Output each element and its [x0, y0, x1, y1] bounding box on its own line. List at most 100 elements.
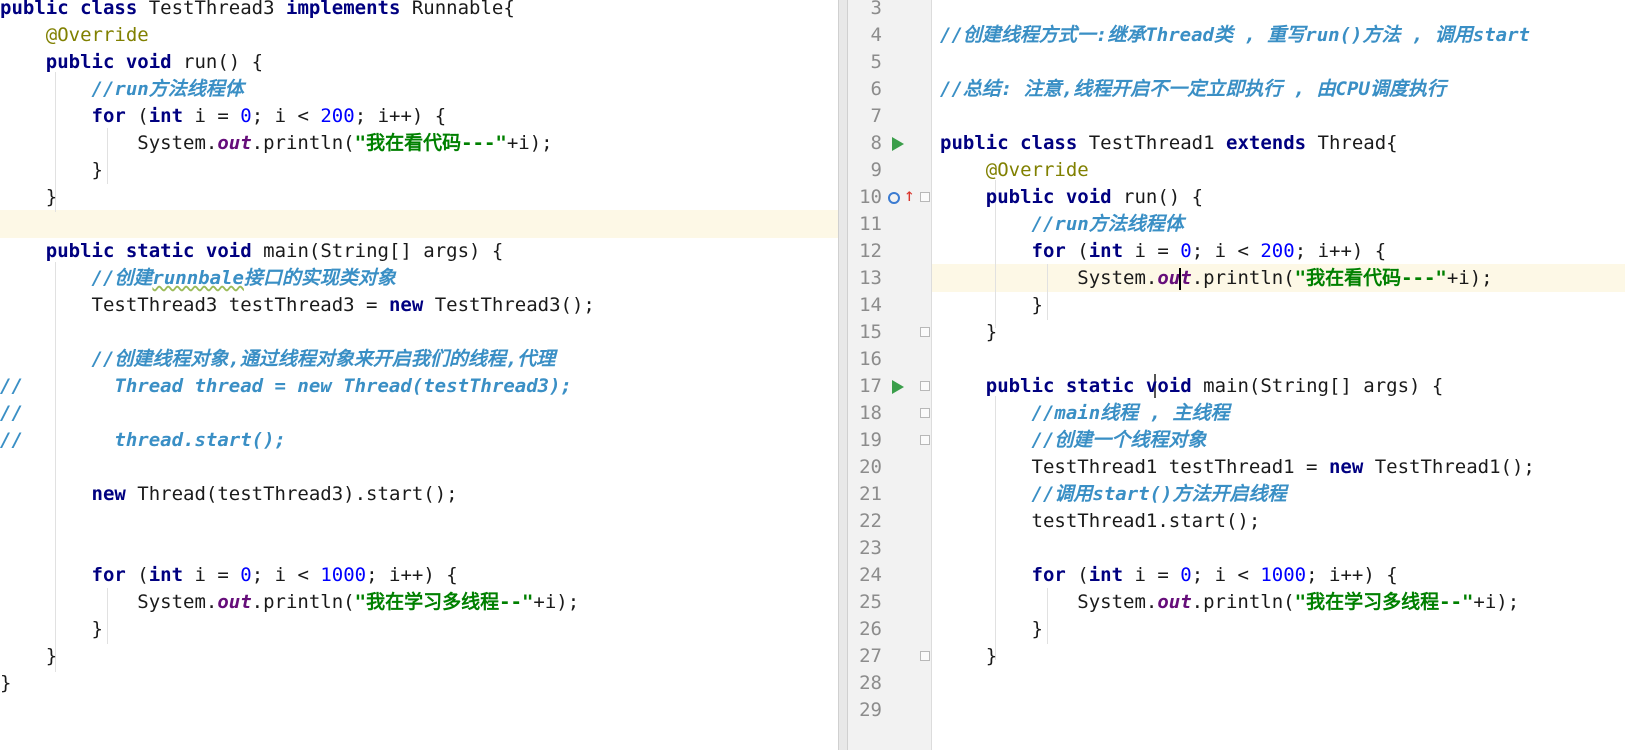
code-line[interactable]: //run方法线程体: [940, 210, 1625, 238]
code-token: main(String[] args) {: [263, 240, 504, 262]
code-line[interactable]: //创建runnbale接口的实现类对象: [0, 264, 838, 292]
code-line[interactable]: //创建一个线程对象: [940, 426, 1625, 454]
code-line[interactable]: public static void main(String[] args) {: [0, 237, 838, 265]
code-line[interactable]: [940, 696, 1625, 724]
code-token: TestThread1();: [1374, 456, 1535, 478]
code-line[interactable]: }: [940, 642, 1625, 670]
line-number: 9: [870, 159, 882, 181]
code-line[interactable]: [0, 507, 838, 535]
code-token: System.: [0, 591, 218, 613]
code-token: 0: [240, 564, 252, 586]
code-token: }: [940, 618, 1043, 640]
code-line[interactable]: //main线程 , 主线程: [940, 399, 1625, 427]
code-token: ; i <: [1191, 564, 1261, 586]
code-token: ; i <: [251, 564, 321, 586]
override-method-icon[interactable]: [888, 192, 900, 204]
code-line[interactable]: [940, 345, 1625, 373]
code-line[interactable]: System.out.println("我在看代码---"+i);: [940, 264, 1625, 292]
code-line[interactable]: //总结: 注意,线程开启不一定立即执行 , 由CPU调度执行: [940, 75, 1625, 103]
code-token: public: [985, 186, 1066, 208]
code-line[interactable]: for (int i = 0; i < 200; i++) {: [0, 102, 838, 130]
code-line[interactable]: @Override: [0, 21, 838, 49]
left-editor-pane[interactable]: public class TestThread3 implements Runn…: [0, 0, 838, 750]
code-line[interactable]: for (int i = 0; i < 200; i++) {: [940, 237, 1625, 265]
code-token: "我在学习多线程--": [354, 591, 534, 613]
editor-gutter[interactable]: 3 4 5 6 7 8 9 10 11 12 13 14 15 16 17 18 19 20 21 22 23 24 25 2…: [848, 0, 932, 750]
code-token: ; i++) {: [366, 564, 458, 586]
code-token: +i);: [1446, 267, 1493, 289]
code-token: ou: [1157, 267, 1181, 289]
code-token: //main线程 , 主线程: [1031, 402, 1230, 424]
code-line[interactable]: [0, 453, 838, 481]
code-line[interactable]: [0, 318, 838, 346]
code-line[interactable]: // thread.start();: [0, 426, 838, 454]
code-line[interactable]: [0, 534, 838, 562]
code-line[interactable]: //创建线程对象,通过线程对象来开启我们的线程,代理: [0, 345, 838, 373]
code-line[interactable]: }: [0, 615, 838, 643]
line-number: 21: [859, 483, 882, 505]
code-line[interactable]: [940, 48, 1625, 76]
code-line[interactable]: //: [0, 399, 838, 427]
code-line[interactable]: }: [0, 669, 838, 697]
code-line[interactable]: public class TestThread1 extends Thread{: [940, 129, 1625, 157]
fold-marker-icon[interactable]: [920, 435, 930, 445]
code-line[interactable]: System.out.println("我在看代码---"+i);: [0, 129, 838, 157]
code-line[interactable]: System.out.println("我在学习多线程--"+i);: [940, 588, 1625, 616]
fold-marker-icon[interactable]: [920, 381, 930, 391]
code-token: runnbale: [152, 267, 244, 289]
code-line[interactable]: }: [0, 183, 838, 211]
code-token: "我在看代码---": [1294, 267, 1447, 289]
code-line[interactable]: public void run() {: [0, 48, 838, 76]
line-number: 20: [859, 456, 882, 478]
code-line[interactable]: }: [940, 291, 1625, 319]
code-token: static: [125, 240, 206, 262]
code-line[interactable]: for (int i = 0; i < 1000; i++) {: [940, 561, 1625, 589]
code-line[interactable]: //调用start()方法开启线程: [940, 480, 1625, 508]
code-token: @Override: [45, 24, 149, 46]
code-line[interactable]: [940, 102, 1625, 130]
code-token: (: [137, 564, 149, 586]
split-divider[interactable]: [838, 0, 848, 750]
right-editor-pane[interactable]: 3 4 5 6 7 8 9 10 11 12 13 14 15 16 17 18 19 20 21 22 23 24 25 2…: [848, 0, 1625, 750]
code-token: Thread{: [1317, 132, 1398, 154]
code-line[interactable]: // Thread thread = new Thread(testThread…: [0, 372, 838, 400]
code-line[interactable]: @Override: [940, 156, 1625, 184]
fold-marker-icon[interactable]: [920, 408, 930, 418]
code-line[interactable]: [0, 210, 838, 238]
code-token: @Override: [985, 159, 1089, 181]
fold-marker-icon[interactable]: [920, 327, 930, 337]
run-icon[interactable]: [892, 137, 904, 151]
code-line[interactable]: //run方法线程体: [0, 75, 838, 103]
code-line[interactable]: }: [0, 642, 838, 670]
code-token: (: [137, 105, 149, 127]
code-token: out: [217, 132, 252, 154]
code-token: TestThread3();: [434, 294, 595, 316]
code-line[interactable]: public void run() {: [940, 183, 1625, 211]
code-line[interactable]: //创建线程方式一:继承Thread类 , 重写run()方法 , 调用star…: [940, 21, 1625, 49]
code-line[interactable]: System.out.println("我在学习多线程--"+i);: [0, 588, 838, 616]
code-line[interactable]: }: [0, 156, 838, 184]
code-line[interactable]: for (int i = 0; i < 1000; i++) {: [0, 561, 838, 589]
run-icon[interactable]: [892, 380, 904, 394]
code-line[interactable]: }: [940, 615, 1625, 643]
code-token: +i);: [533, 591, 580, 613]
fold-marker-icon[interactable]: [920, 651, 930, 661]
code-line[interactable]: [940, 669, 1625, 697]
code-token: .println(: [1191, 267, 1295, 289]
code-token: 1000: [1260, 564, 1307, 586]
code-token: for: [91, 105, 138, 127]
code-token: TestThread1 testThread1 =: [940, 456, 1329, 478]
fold-marker-icon[interactable]: [920, 192, 930, 202]
code-line[interactable]: TestThread1 testThread1 = new TestThread…: [940, 453, 1625, 481]
code-line[interactable]: TestThread3 testThread3 = new TestThread…: [0, 291, 838, 319]
arrow-up-icon: ↑: [904, 185, 915, 206]
code-line[interactable]: [940, 0, 1625, 22]
code-line[interactable]: new Thread(testThread3).start();: [0, 480, 838, 508]
code-line[interactable]: public static void main(String[] args) {: [940, 372, 1625, 400]
code-line[interactable]: [940, 534, 1625, 562]
code-line[interactable]: }: [940, 318, 1625, 346]
code-line[interactable]: testThread1.start();: [940, 507, 1625, 535]
code-line[interactable]: public class TestThread3 implements Runn…: [0, 0, 838, 22]
